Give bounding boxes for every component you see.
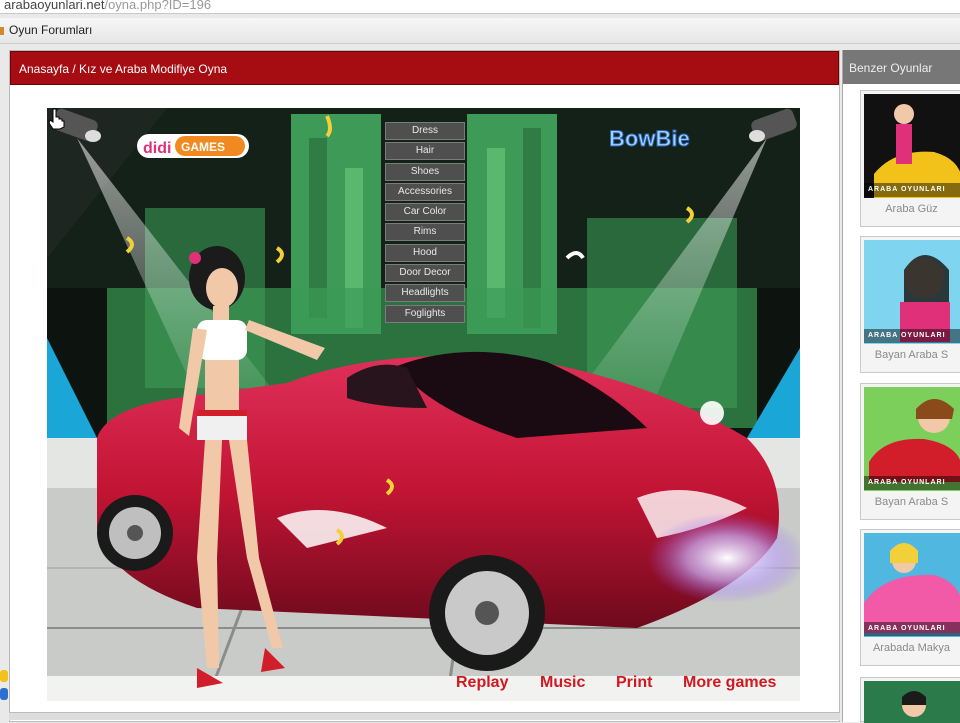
customization-menu: Dress Hair Shoes Accessories Car Color R… [385, 122, 465, 325]
print-button[interactable]: Print [616, 674, 652, 692]
thumb-label: ARABA OYUNLARI [864, 183, 960, 197]
svg-text:didi: didi [143, 140, 171, 157]
svg-text:BowBie: BowBie [609, 126, 690, 151]
sidebar-header: Benzer Oyunlar [843, 50, 960, 84]
menu-item-headlights[interactable]: Headlights [385, 284, 465, 303]
menu-item-hair[interactable]: Hair [385, 142, 465, 161]
game-card[interactable]: ARABA OYUNLARI Arabada Makya [860, 529, 960, 666]
game-card[interactable] [860, 677, 960, 723]
menu-item-door-decor[interactable]: Door Decor [385, 264, 465, 283]
menu-item-hood[interactable]: Hood [385, 243, 465, 262]
menu-item-dress[interactable]: Dress [385, 122, 465, 140]
game-canvas[interactable]: didi GAMES BowBie Dress Hair Shoes Acces… [47, 108, 800, 701]
game-thumbnail [864, 681, 960, 723]
url-text: arabaoyunlari.net/oyna.php?ID=196 [4, 0, 212, 12]
music-button[interactable]: Music [540, 674, 585, 692]
game-caption[interactable]: Araba Güz [861, 203, 960, 215]
game-card[interactable]: ARABA OYUNLARI Bayan Araba S [860, 236, 960, 373]
bowbie-logo-icon: BowBie [609, 126, 691, 152]
similar-games-sidebar: Benzer Oyunlar ARABA OYUNLARI Araba Güz … [842, 50, 960, 723]
thumb-label: ARABA OYUNLARI [864, 622, 960, 636]
panel-header: Anasayfa / Kız ve Araba Modifiye Oyna [10, 51, 839, 85]
bullet-icon [0, 27, 4, 35]
forum-bar: Oyun Forumları [0, 18, 960, 44]
menu-item-car-color[interactable]: Car Color [385, 203, 465, 222]
game-caption[interactable]: Bayan Araba S [861, 496, 960, 508]
forum-link[interactable]: Oyun Forumları [9, 23, 92, 37]
thumb-label: ARABA OYUNLARI [864, 476, 960, 490]
game-caption[interactable]: Bayan Araba S [861, 349, 960, 361]
status-icon [0, 670, 8, 700]
replay-button[interactable]: Replay [456, 674, 508, 692]
menu-item-foglights[interactable]: Foglights [385, 304, 465, 323]
more-games-button[interactable]: More games [683, 674, 776, 692]
game-card[interactable]: ARABA OYUNLARI Bayan Araba S [860, 383, 960, 520]
panel-footer [9, 712, 840, 720]
menu-item-accessories[interactable]: Accessories [385, 182, 465, 201]
sidebar-title: Benzer Oyunlar [849, 61, 933, 75]
menu-item-shoes[interactable]: Shoes [385, 162, 465, 181]
game-caption[interactable]: Arabada Makya [861, 642, 960, 654]
address-bar[interactable]: arabaoyunlari.net/oyna.php?ID=196 [0, 0, 960, 14]
game-panel: Anasayfa / Kız ve Araba Modifiye Oyna di… [9, 50, 840, 722]
didigames-logo-icon: didi GAMES [137, 134, 249, 158]
thumb-label: ARABA OYUNLARI [864, 329, 960, 343]
hand-cursor-icon [48, 108, 65, 130]
game-bottom-links: Replay Music Print More games [456, 674, 796, 696]
menu-item-rims[interactable]: Rims [385, 223, 465, 242]
game-card[interactable]: ARABA OYUNLARI Araba Güz [860, 90, 960, 227]
breadcrumb[interactable]: Anasayfa / Kız ve Araba Modifiye Oyna [19, 62, 227, 76]
svg-text:GAMES: GAMES [181, 140, 225, 154]
